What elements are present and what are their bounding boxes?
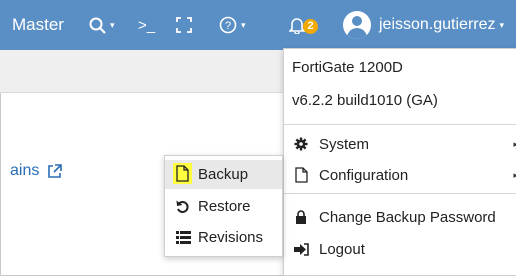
menu-item-change-backup-password[interactable]: Change Backup Password [284,202,516,232]
menu-item-label: Change Backup Password [319,208,496,226]
user-dropdown-menu: FortiGate 1200D v6.2.2 build1010 (GA) Sy… [283,48,516,276]
undo-icon [176,200,189,213]
menu-item-configuration[interactable]: Configuration ▸ [284,160,516,190]
chevron-down-icon: ▾ [110,19,115,30]
submenu-item-revisions[interactable]: Revisions [165,223,282,252]
submenu-item-restore[interactable]: Restore [165,192,282,221]
search-icon [89,17,106,34]
file-icon [176,165,189,182]
top-navigation-bar: Master ▾ >_ ? ▾ 2 jeisson.gutierrez ▾ [0,0,516,50]
fullscreen-icon [176,17,192,33]
vdom-selector[interactable]: Master [12,0,64,50]
menu-item-label: System [319,135,370,153]
backup-icon-highlight [173,163,192,184]
avatar [343,11,371,39]
submenu-item-label: Revisions [198,229,264,246]
cli-console-button[interactable]: >_ [138,0,155,50]
menu-divider [284,193,516,194]
menu-item-label: Configuration [319,166,409,184]
help-icon: ? [219,16,237,34]
svg-text:?: ? [225,20,231,32]
username: jeisson.gutierrez [379,16,496,33]
terminal-icon: >_ [138,16,156,34]
fullscreen-button[interactable] [176,0,192,50]
logout-icon [293,242,309,256]
lock-icon [296,210,306,224]
submenu-item-label: Restore [198,198,251,215]
search-button[interactable]: ▾ [89,0,115,50]
user-menu-button[interactable]: jeisson.gutierrez ▾ [343,0,504,50]
menu-item-system[interactable]: System ▸ [284,129,516,159]
domain-link[interactable]: ains [10,162,63,180]
menu-divider [284,124,516,125]
help-button[interactable]: ? ▾ [219,0,246,50]
file-icon [294,167,308,183]
gear-icon [294,137,308,151]
domain-link-label: ains [10,162,40,179]
submenu-item-label: Backup [198,166,249,183]
chevron-down-icon: ▾ [499,19,505,30]
menu-item-logout[interactable]: Logout [284,234,516,264]
menu-item-label: Logout [319,240,365,258]
external-link-icon [48,163,63,178]
vdom-label: Master [12,15,64,34]
notification-badge: 2 [303,18,318,34]
chevron-down-icon: ▾ [241,19,246,30]
list-icon [175,231,191,244]
notifications-button[interactable]: 2 [289,0,318,50]
firmware-version: v6.2.2 build1010 (GA) [292,92,438,109]
device-model: FortiGate 1200D [292,59,403,76]
